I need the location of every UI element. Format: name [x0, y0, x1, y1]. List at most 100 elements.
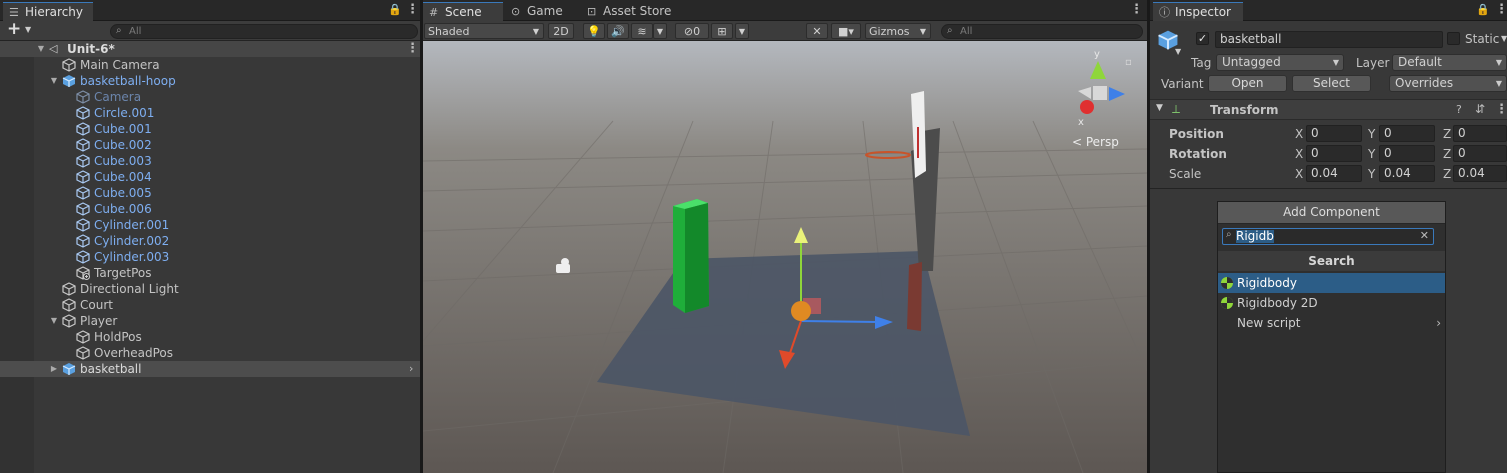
gizmo-orient-center[interactable] [1093, 86, 1107, 100]
chevron-down-icon[interactable]: ▼ [1175, 47, 1181, 56]
list-item[interactable]: Circle.001 [0, 105, 420, 121]
list-item[interactable]: Cube.006 [0, 201, 420, 217]
hash-icon: # [429, 6, 439, 19]
camera-settings-icon[interactable]: ■▾ [831, 23, 861, 39]
preset-icon[interactable]: ⇵ [1475, 102, 1485, 116]
add-component-button[interactable]: Add Component [1218, 202, 1445, 224]
open-button[interactable]: Open [1208, 75, 1287, 92]
rotation-y-field[interactable]: 0 [1379, 145, 1435, 162]
audio-toggle-icon[interactable]: 🔊 [607, 23, 629, 39]
effects-toggle-icon[interactable]: ≋ [631, 23, 653, 39]
tools-icon[interactable]: ✕ [806, 23, 828, 39]
select-button[interactable]: Select [1292, 75, 1371, 92]
scene-visibility-button[interactable]: ⊘0 [675, 23, 709, 39]
scene-viewport[interactable]: y x < Persp ▫ [423, 41, 1147, 473]
rotation-x-field[interactable]: 0 [1306, 145, 1362, 162]
tab-game[interactable]: ⊙ Game [505, 2, 581, 21]
collapse-arrow-icon[interactable]: ▶ [49, 361, 59, 377]
hierarchy-menu-icon[interactable]: ⋮ [406, 2, 419, 17]
position-z-field[interactable]: 0 [1453, 125, 1507, 142]
tab-inspector[interactable]: ⓘ Inspector [1153, 2, 1243, 21]
scene-menu-icon[interactable]: ⋮ [406, 41, 419, 57]
active-checkbox[interactable]: ✓ [1196, 32, 1209, 45]
info-icon: ⓘ [1159, 6, 1170, 19]
gameobject-cube-icon [76, 202, 90, 216]
overrides-dropdown[interactable]: Overrides ▼ [1389, 75, 1507, 92]
grid-dropdown-icon[interactable]: ▼ [735, 23, 749, 39]
gizmos-dropdown[interactable]: Gizmos ▼ [865, 23, 931, 39]
result-rigidbody[interactable]: Rigidbody [1218, 273, 1445, 293]
tag-dropdown[interactable]: Untagged ▼ [1216, 54, 1344, 71]
scene-search-input[interactable]: ⌕ All [941, 24, 1143, 39]
list-item-label: Camera [94, 90, 142, 104]
list-item[interactable]: Court [0, 297, 420, 313]
lock-icon[interactable]: 🔒 [388, 3, 402, 16]
chevron-right-icon[interactable]: › [409, 361, 413, 377]
list-item[interactable]: OverheadPos [0, 345, 420, 361]
list-item[interactable]: Main Camera [0, 57, 420, 73]
scene-3d-view[interactable]: y x < Persp ▫ [423, 41, 1147, 473]
gizmo-orient-x[interactable] [1080, 100, 1094, 114]
expand-arrow-icon[interactable]: ▼ [36, 41, 46, 57]
tab-asset-store[interactable]: ⊡ Asset Store [581, 2, 681, 21]
expand-arrow-icon[interactable]: ▼ [1156, 103, 1163, 113]
list-item-label: HoldPos [94, 330, 142, 344]
chevron-down-icon[interactable]: ▼ [1501, 34, 1507, 43]
gameobject-cube-icon [76, 122, 90, 136]
list-item[interactable]: Cube.002 [0, 137, 420, 153]
scene-menu-icon[interactable]: ⋮ [1130, 2, 1143, 17]
position-y-field[interactable]: 0 [1379, 125, 1435, 142]
chevron-down-icon: ▼ [1495, 79, 1502, 88]
list-item-label: Cylinder.001 [94, 218, 170, 232]
list-item[interactable]: HoldPos [0, 329, 420, 345]
list-item[interactable]: Cube.005 [0, 185, 420, 201]
static-checkbox[interactable] [1447, 32, 1460, 45]
2d-toggle-button[interactable]: 2D [548, 23, 574, 39]
list-item[interactable]: Cylinder.003 [0, 249, 420, 265]
list-item[interactable]: Directional Light [0, 281, 420, 297]
tab-scene[interactable]: # Scene [423, 2, 503, 21]
list-item[interactable]: Camera [0, 89, 420, 105]
expand-arrow-icon[interactable]: ▼ [49, 313, 59, 329]
list-item[interactable]: Cube.001 [0, 121, 420, 137]
object-name-field[interactable]: basketball [1215, 31, 1443, 48]
list-item[interactable]: Cube.004 [0, 169, 420, 185]
add-object-button[interactable]: + [7, 19, 21, 39]
list-item[interactable]: ▼ Player [0, 313, 420, 329]
scale-z-field[interactable]: 0.04 [1453, 165, 1507, 182]
help-icon[interactable]: ? [1456, 103, 1462, 116]
list-item[interactable]: Cylinder.002 [0, 233, 420, 249]
rotation-z-field[interactable]: 0 [1453, 145, 1507, 162]
effects-dropdown-icon[interactable]: ▼ [653, 23, 667, 39]
expand-arrow-icon[interactable]: ▼ [49, 73, 59, 89]
list-item[interactable]: TargetPos [0, 265, 420, 281]
gizmo-x-axis[interactable] [800, 320, 879, 323]
position-x-field[interactable]: 0 [1306, 125, 1362, 142]
component-menu-icon[interactable]: ⋮ [1495, 102, 1507, 117]
gizmo-lock-icon[interactable]: ▫ [1125, 57, 1132, 68]
scene-root-row[interactable]: ▼ ◁ Unit-6* ⋮ [0, 41, 420, 57]
lock-icon[interactable]: 🔒 [1476, 3, 1490, 16]
grid-snap-icon[interactable]: ⊞ [711, 23, 733, 39]
chevron-down-icon[interactable]: ▼ [25, 25, 31, 34]
persp-label[interactable]: < Persp [1072, 135, 1119, 149]
result-new-script[interactable]: New script › [1218, 313, 1445, 333]
list-item[interactable]: Cylinder.001 [0, 217, 420, 233]
rotation-label: Rotation [1169, 147, 1227, 161]
transform-header[interactable]: ▼ ⟂ Transform ? ⇵ ⋮ [1150, 99, 1507, 120]
hierarchy-search-input[interactable]: ⌕ All [110, 24, 418, 39]
clear-search-icon[interactable]: ✕ [1420, 229, 1429, 242]
scale-y-field[interactable]: 0.04 [1379, 165, 1435, 182]
shading-mode-dropdown[interactable]: Shaded ▼ [424, 23, 544, 39]
lighting-toggle-icon[interactable]: 💡 [583, 23, 605, 39]
scale-x-field[interactable]: 0.04 [1306, 165, 1362, 182]
transform-icon: ⟂ [1172, 102, 1181, 116]
list-item-selected[interactable]: ▶ basketball › [0, 361, 420, 377]
component-search-input[interactable]: ⌕ Rigidb ✕ [1222, 228, 1434, 245]
list-item[interactable]: ▼ basketball-hoop [0, 73, 420, 89]
result-rigidbody-2d[interactable]: Rigidbody 2D [1218, 293, 1445, 313]
layer-dropdown[interactable]: Default ▼ [1392, 54, 1507, 71]
basketball[interactable] [791, 301, 811, 321]
list-item[interactable]: Cube.003 [0, 153, 420, 169]
inspector-menu-icon[interactable]: ⋮ [1495, 2, 1507, 17]
